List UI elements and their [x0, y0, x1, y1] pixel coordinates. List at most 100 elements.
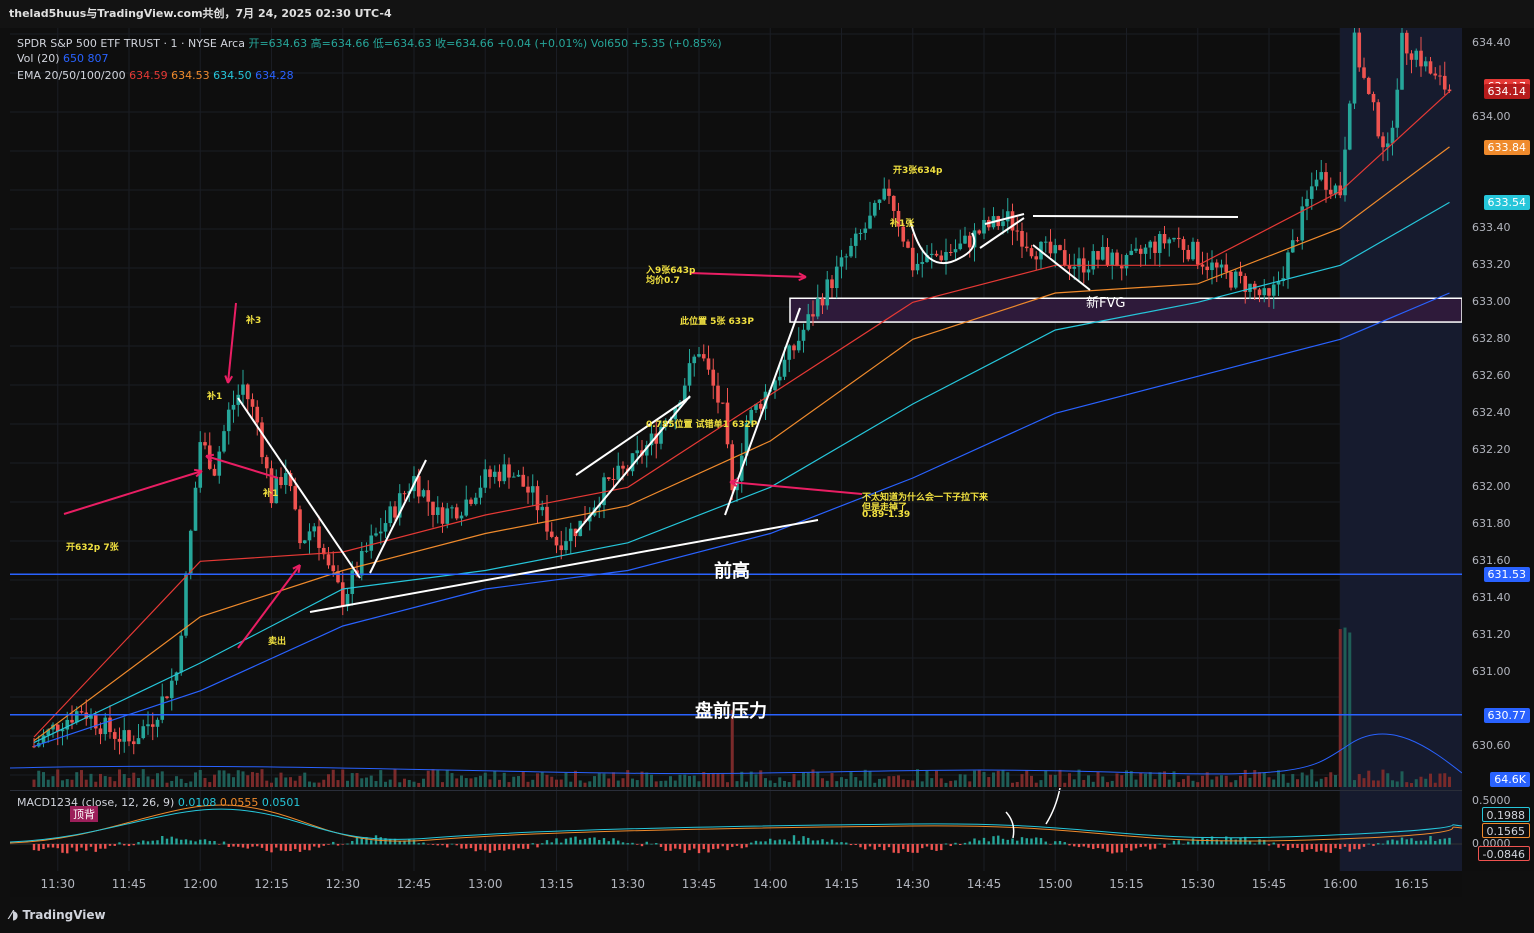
macd-hist-bar [308, 844, 311, 851]
candle-body [858, 232, 863, 234]
volume-bar [260, 769, 264, 787]
macd-hist-bar [165, 838, 169, 845]
arrow-open [63, 470, 203, 515]
macd-hist-bar [560, 842, 563, 845]
macd-hist-bar [1134, 844, 1138, 849]
volume-bar [645, 772, 649, 787]
volume-bar [312, 782, 316, 787]
macd-hist-bar [593, 837, 596, 845]
pane-separator[interactable] [10, 790, 1462, 791]
volume-bar [1025, 770, 1029, 787]
candle-body [426, 490, 431, 502]
volume-bar [1120, 775, 1124, 787]
volume-bar [517, 776, 520, 787]
candle-body [1001, 221, 1005, 227]
macd-hist-bar [199, 839, 202, 845]
candle-body [882, 188, 887, 200]
time-axis[interactable]: 11:30 11:45 12:00 12:15 12:30 12:45 13:00 13:15… [10, 871, 1462, 897]
volume-bar [949, 780, 953, 787]
macd-hist-bar [1035, 837, 1038, 845]
volume-bar [346, 780, 349, 787]
macd-hist-bar [303, 844, 306, 850]
macd-hist-bar [992, 836, 995, 845]
macd-hist-bar [1353, 844, 1356, 850]
volume-bar [1386, 773, 1390, 787]
candle-body [483, 469, 488, 488]
volume-bar [118, 769, 121, 787]
price-chart[interactable] [9, 20, 1463, 871]
chart-area[interactable] [9, 20, 1463, 871]
volume-bar [806, 772, 810, 787]
volume-bar [37, 770, 41, 787]
candle-body [231, 404, 236, 410]
volume-bar [1077, 769, 1081, 787]
macd-hist-bar [821, 839, 824, 845]
macd-hist-bar [664, 844, 667, 851]
volume-bar [640, 771, 644, 787]
macd-hist-bar [322, 844, 325, 846]
volume-bar [1438, 773, 1442, 787]
volume-bar [1167, 779, 1171, 787]
macd-hist-bar [1424, 840, 1427, 845]
legend-symbol-name: SPDR S&P 500 ETF TRUST · 1 · NYSE Arca [17, 37, 245, 50]
volume-bar [407, 779, 411, 787]
volume-bar [151, 779, 155, 787]
candle-body [445, 508, 450, 524]
macd-hist-bar [175, 838, 178, 845]
macd-hist-bar [1187, 841, 1190, 845]
macd-divergence-badge: 顶背 [70, 806, 98, 822]
macd-hist-bar [327, 844, 330, 845]
candle-body [716, 385, 720, 403]
macd-hist-bar [754, 840, 758, 845]
macd-hist-bar [930, 844, 933, 850]
volume-bar [1281, 774, 1285, 787]
candle-body [701, 354, 706, 359]
macd-hist-bar [465, 844, 468, 849]
volume-bar [607, 778, 611, 787]
candle-body [777, 376, 782, 381]
volume-bar [578, 780, 582, 787]
macd-hist-bar [370, 840, 373, 845]
candle-body [559, 545, 564, 551]
macd-hist-bar [56, 844, 59, 849]
price-axis[interactable]: 634.40 634.00 633.40 633.20 633.00 632.80 632.… [1462, 28, 1534, 871]
volume-bar [331, 769, 335, 787]
candle-body [868, 215, 872, 229]
volume-bar [441, 782, 444, 787]
macd-hist-bar [688, 844, 691, 851]
candle-body [70, 719, 74, 723]
volume-bar [1015, 781, 1019, 787]
volume-bar [322, 779, 326, 787]
macd-hist-bar [949, 844, 952, 847]
volume-bar [61, 780, 64, 787]
volume-bar [545, 774, 549, 787]
volume-bar [996, 770, 1000, 787]
candle-body [1015, 230, 1020, 232]
macd-hist-bar [408, 839, 411, 845]
volume-bar [1129, 771, 1133, 787]
macd-hist-bar [66, 844, 69, 854]
candle-body [1371, 93, 1376, 103]
macd-hist-bar [716, 844, 720, 849]
volume-bar [308, 781, 311, 787]
candle-body [1442, 75, 1447, 90]
macd-hist-bar [1419, 840, 1423, 845]
macd-hist-bar [474, 844, 477, 852]
volume-bar [298, 775, 302, 787]
legend-ohlc: 开=634.63 高=634.66 低=634.63 收=634.66 +0.0… [248, 37, 722, 50]
volume-bar [122, 774, 126, 787]
volume-bar [341, 769, 345, 787]
candle-body [431, 501, 435, 515]
volume-bar [631, 778, 634, 787]
chart-header: thelad5huus与TradingView.com共创，7月 24, 202… [0, 0, 1534, 28]
price-tick-label: 631.60 [1472, 554, 1511, 568]
candle-body [469, 499, 473, 504]
macd-hist-bar [170, 836, 173, 845]
volume-bar [227, 773, 231, 787]
volume-bar [1044, 770, 1048, 787]
volume-bar [597, 773, 601, 787]
volume-bar [241, 771, 245, 787]
time-tick-label: 16:00 [1322, 877, 1358, 891]
candle-body [1110, 252, 1115, 266]
price-tick-label: 630.60 [1472, 739, 1511, 753]
